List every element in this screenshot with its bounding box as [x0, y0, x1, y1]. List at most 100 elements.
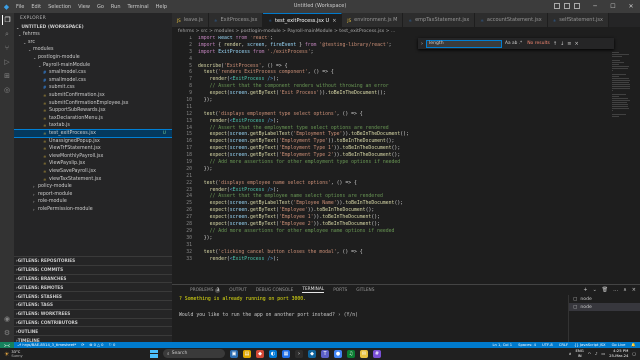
- task-view-icon[interactable]: ▣: [230, 349, 238, 358]
- panel-tab-output[interactable]: OUTPUT: [229, 288, 247, 293]
- folder-item[interactable]: › role-module: [14, 198, 172, 206]
- menu-item-edit[interactable]: Edit: [31, 4, 41, 10]
- brave-browser-icon[interactable]: ◆: [256, 349, 264, 358]
- file-item[interactable]: ⚛ test_exitProcess.jsx U: [14, 128, 172, 139]
- status-left-item[interactable]: ⎇ hrgs/BAE-8514_3_timesheet*: [17, 343, 76, 347]
- code-line[interactable]: 10 });: [172, 98, 640, 105]
- code-line[interactable]: 28 expect(screen.getByText('Employee 2')…: [172, 222, 640, 229]
- workspace-section[interactable]: ⌄ UNTITLED (WORKSPACE): [14, 23, 172, 31]
- kill-terminal-icon[interactable]: 🗑: [602, 287, 608, 293]
- edge-browser-icon[interactable]: ◐: [269, 349, 277, 358]
- sidebar-section-6[interactable]: › GITLENS: WORKTREES: [14, 308, 172, 318]
- weather-widget[interactable]: ☀ 33°C Sunny: [0, 350, 60, 358]
- next-match-icon[interactable]: ↓: [560, 41, 564, 47]
- sidebar-section-0[interactable]: › GITLENS: REPOSITORIES: [14, 256, 172, 265]
- code-line[interactable]: 4: [172, 57, 640, 64]
- terminal-instance[interactable]: ▢ node: [569, 295, 640, 303]
- folder-item[interactable]: ⌄ modules: [14, 46, 172, 54]
- code-line[interactable]: 21: [172, 174, 640, 181]
- sidebar-section-1[interactable]: › GITLENS: COMMITS: [14, 264, 172, 274]
- code-line[interactable]: 30 });: [172, 236, 640, 243]
- status-right-item[interactable]: 🔔: [631, 343, 636, 347]
- file-item[interactable]: ⚛ viewMonthlyPayroll.jsx: [14, 153, 172, 161]
- show-hidden-icons-icon[interactable]: ∧: [569, 351, 572, 356]
- folder-item[interactable]: ⌄ postlogin-module: [14, 54, 172, 62]
- close-icon[interactable]: ✕: [622, 0, 640, 13]
- code-line[interactable]: 13 render(<ExitProcess />);: [172, 119, 640, 126]
- previous-match-icon[interactable]: ↑: [553, 41, 557, 47]
- editor-tab[interactable]: ⚛ empTaxStatement.jsx: [403, 13, 476, 27]
- breadcrumb[interactable]: fehrms > src > modules > postlogin-modul…: [172, 27, 640, 36]
- terminal-instance[interactable]: ▢ node: [569, 303, 640, 311]
- file-item[interactable]: # smallmodel.css: [14, 77, 172, 85]
- file-item[interactable]: ⚛ viewSavePayroll.jsx: [14, 168, 172, 176]
- menu-item-selection[interactable]: Selection: [48, 4, 71, 10]
- code-line[interactable]: 29 // Add more assertions for other empl…: [172, 229, 640, 236]
- panel-tab-gitlens[interactable]: GITLENS: [356, 288, 374, 293]
- terminal-app-icon[interactable]: ›: [295, 349, 303, 358]
- maximize-icon[interactable]: ☐: [604, 0, 622, 13]
- wifi-icon[interactable]: ◠: [588, 351, 591, 356]
- minimize-icon[interactable]: ─: [586, 0, 604, 13]
- terminal-dropdown-icon[interactable]: ⌄: [593, 287, 597, 293]
- sidebar-section-3[interactable]: › GITLENS: REMOTES: [14, 282, 172, 291]
- editor-tab[interactable]: ⚛ ExitProcess.jsx: [208, 13, 264, 27]
- code-editor[interactable]: 1 import React from 'react'; 2 import { ren…: [172, 36, 640, 284]
- code-line[interactable]: 11: [172, 105, 640, 112]
- code-line[interactable]: 32 test('clicking cancel button closes t…: [172, 250, 640, 257]
- file-item[interactable]: ⚛ submitConfirmationEmployee.jsx: [14, 99, 172, 107]
- status-right-item[interactable]: CRLF: [559, 343, 568, 347]
- clock[interactable]: 4:25 PM 25-Mar-24: [609, 348, 628, 358]
- folder-item[interactable]: ⌄ fehrms: [14, 31, 172, 39]
- status-left-item[interactable]: ⚐ 0: [109, 343, 116, 347]
- panel-tab-terminal[interactable]: TERMINAL: [302, 287, 325, 293]
- status-right-item[interactable]: Go Live: [612, 343, 626, 347]
- language-indicator[interactable]: ENG IN: [576, 348, 584, 358]
- code-line[interactable]: 9 expect(screen.getByText('Exit Process'…: [172, 91, 640, 98]
- code-line[interactable]: 33 render(<ExitProcess />);: [172, 257, 640, 264]
- folder-item[interactable]: › policy-module: [14, 183, 172, 191]
- sidebar-section-4[interactable]: › GITLENS: STASHES: [14, 291, 172, 300]
- settings-gear-icon[interactable]: ⚙: [2, 328, 12, 338]
- status-left-item[interactable]: ⟳: [81, 343, 84, 347]
- file-item[interactable]: ⚛ viewTaxStatement.jsx: [14, 175, 172, 183]
- file-item[interactable]: ⚛ taxtab.js: [14, 122, 172, 130]
- editor-tab[interactable]: ⚛ test_exitProcess.jsx U ×: [263, 13, 343, 27]
- editor-tab[interactable]: ⚛ accountStatement.jsx: [475, 13, 548, 27]
- code-line[interactable]: 22 test('displays employee name select o…: [172, 181, 640, 188]
- panel-tab-ports[interactable]: PORTS: [333, 288, 347, 293]
- battery-icon[interactable]: ▭: [601, 351, 605, 356]
- sidebar-section-2[interactable]: › GITLENS: BRANCHES: [14, 273, 172, 283]
- code-line[interactable]: 27 expect(screen.getByText('Employee 1')…: [172, 215, 640, 222]
- status-right-item[interactable]: Ln 1, Col 1: [492, 343, 512, 347]
- code-line[interactable]: 19 // Add more assertions for other empl…: [172, 160, 640, 167]
- code-line[interactable]: 18 expect(screen.getByText('Employment T…: [172, 153, 640, 160]
- file-item[interactable]: ⚛ submitConfirmation.jsx: [14, 92, 172, 100]
- menu-item-help[interactable]: Help: [156, 4, 167, 10]
- code-line[interactable]: 31: [172, 243, 640, 250]
- file-item[interactable]: ⚛ UnassignedPopup.jsx: [14, 137, 172, 145]
- menu-item-go[interactable]: Go: [97, 4, 104, 10]
- customize-layout-icon[interactable]: [574, 3, 580, 9]
- postman-icon[interactable]: ✉: [360, 349, 368, 358]
- menu-item-run[interactable]: Run: [111, 4, 121, 10]
- search-icon[interactable]: ⌕: [2, 29, 12, 39]
- maximize-panel-icon[interactable]: ∧: [623, 287, 627, 293]
- folder-item[interactable]: › report-module: [14, 190, 172, 198]
- find-in-selection-icon[interactable]: ≡: [567, 41, 571, 47]
- spotify-icon[interactable]: ♫: [347, 349, 355, 358]
- sidebar-section-9[interactable]: › TIMELINE: [14, 335, 172, 342]
- file-item[interactable]: # smallmodel.css: [14, 69, 172, 77]
- status-right-item[interactable]: Spaces: 4: [518, 343, 536, 347]
- editor-tab[interactable]: ⚛ selfStatement.jsx: [547, 13, 609, 27]
- windows-start-icon[interactable]: [150, 349, 158, 358]
- menu-item-file[interactable]: File: [16, 4, 24, 10]
- file-item[interactable]: # submit.css: [14, 84, 172, 92]
- code-line[interactable]: 20 });: [172, 167, 640, 174]
- toggle-sidebar-icon[interactable]: [554, 3, 560, 9]
- more-actions-icon[interactable]: …: [613, 287, 618, 293]
- extensions-icon[interactable]: ⊞: [2, 71, 12, 81]
- toggle-replace-icon[interactable]: ›: [421, 41, 423, 47]
- vscode-app-icon[interactable]: ◆: [308, 349, 316, 358]
- sidebar-section-5[interactable]: › GITLENS: TAGS: [14, 299, 172, 309]
